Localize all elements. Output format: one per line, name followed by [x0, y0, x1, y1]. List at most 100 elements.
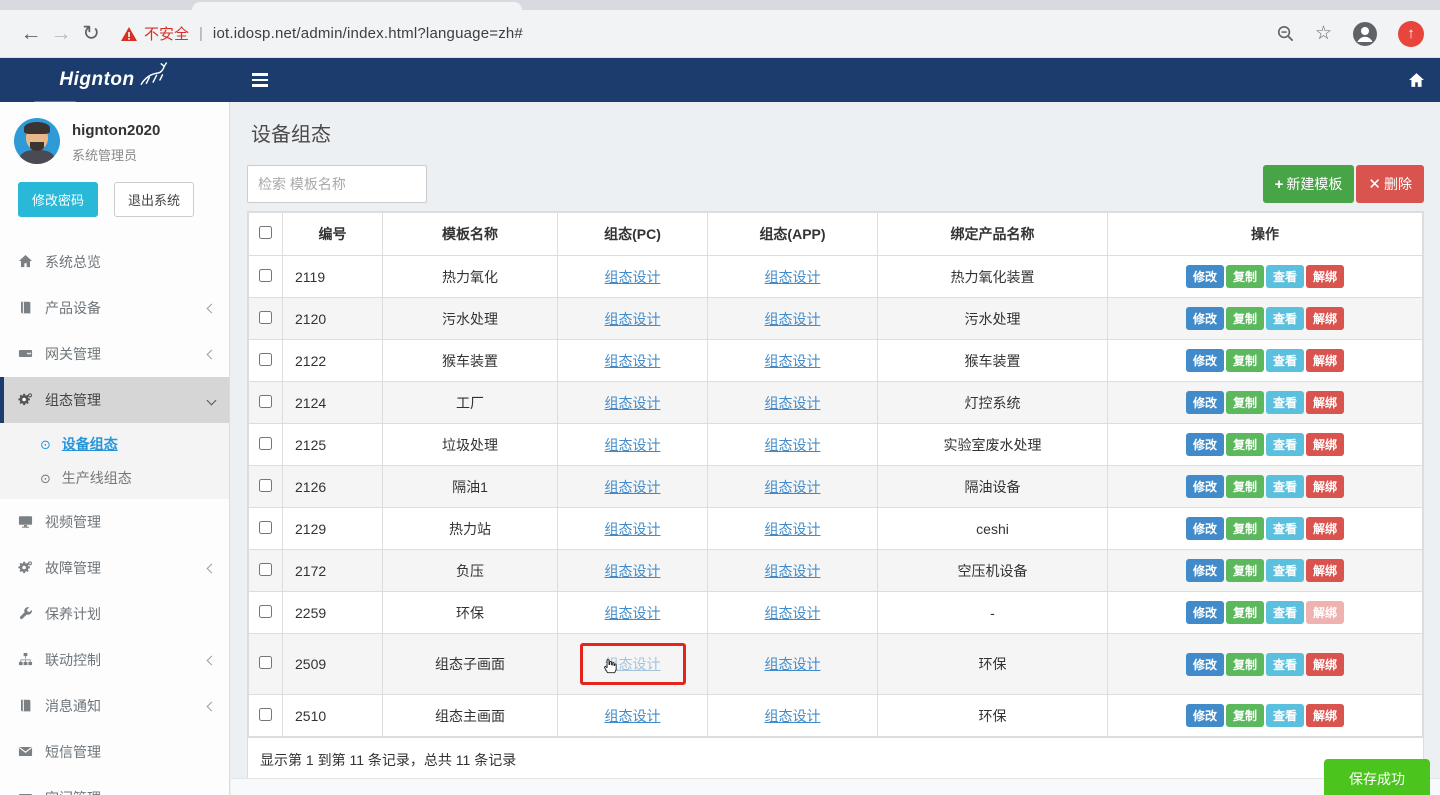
sidebar-item-message-notification[interactable]: 消息通知: [0, 683, 229, 729]
pc-config-link[interactable]: 组态设计: [605, 563, 661, 579]
app-config-link[interactable]: 组态设计: [765, 479, 821, 495]
sidebar-item-video-management[interactable]: 视频管理: [0, 499, 229, 545]
app-config-link[interactable]: 组态设计: [765, 311, 821, 327]
app-config-link[interactable]: 组态设计: [765, 395, 821, 411]
view-button[interactable]: 查看: [1266, 349, 1304, 372]
app-config-link[interactable]: 组态设计: [765, 269, 821, 285]
edit-button[interactable]: 修改: [1186, 653, 1224, 676]
pc-config-link[interactable]: 组态设计: [605, 353, 661, 369]
view-button[interactable]: 查看: [1266, 433, 1304, 456]
view-button[interactable]: 查看: [1266, 265, 1304, 288]
reload-icon[interactable]: ↻: [76, 21, 106, 46]
copy-button[interactable]: 复制: [1226, 517, 1264, 540]
row-checkbox[interactable]: [259, 605, 272, 618]
new-template-button[interactable]: +新建模板: [1263, 165, 1355, 203]
url-text[interactable]: iot.idosp.net/admin/index.html?language=…: [213, 25, 523, 42]
unbind-button[interactable]: 解绑: [1306, 307, 1344, 330]
view-button[interactable]: 查看: [1266, 475, 1304, 498]
unbind-button[interactable]: 解绑: [1306, 433, 1344, 456]
edit-button[interactable]: 修改: [1186, 307, 1224, 330]
select-all-checkbox[interactable]: [259, 226, 272, 239]
copy-button[interactable]: 复制: [1226, 653, 1264, 676]
sidebar-item-product-devices[interactable]: 产品设备: [0, 285, 229, 331]
row-checkbox[interactable]: [259, 353, 272, 366]
pc-config-link[interactable]: 组态设计: [605, 437, 661, 453]
sidebar-item-system-overview[interactable]: 系统总览: [0, 239, 229, 285]
edit-button[interactable]: 修改: [1186, 704, 1224, 727]
bookmark-star-icon[interactable]: ☆: [1315, 22, 1332, 45]
copy-button[interactable]: 复制: [1226, 704, 1264, 727]
sidebar-subitem-device-configuration[interactable]: ⊙ 设备组态: [0, 427, 229, 461]
row-checkbox[interactable]: [259, 437, 272, 450]
pc-config-link[interactable]: 组态设计: [605, 708, 661, 724]
unbind-button[interactable]: 解绑: [1306, 475, 1344, 498]
edit-button[interactable]: 修改: [1186, 601, 1224, 624]
browser-update-icon[interactable]: ↑: [1398, 21, 1424, 47]
unbind-button[interactable]: 解绑: [1306, 517, 1344, 540]
app-config-link[interactable]: 组态设计: [765, 605, 821, 621]
pc-config-link[interactable]: 组态设计: [605, 479, 661, 495]
menu-toggle-icon[interactable]: [246, 67, 274, 93]
row-checkbox[interactable]: [259, 269, 272, 282]
copy-button[interactable]: 复制: [1226, 307, 1264, 330]
row-checkbox[interactable]: [259, 395, 272, 408]
sidebar-subitem-production-line-configuration[interactable]: ⊙ 生产线组态: [0, 461, 229, 495]
pc-config-link[interactable]: 组态设计: [605, 521, 661, 537]
edit-button[interactable]: 修改: [1186, 475, 1224, 498]
copy-button[interactable]: 复制: [1226, 265, 1264, 288]
unbind-button[interactable]: 解绑: [1306, 349, 1344, 372]
app-config-link[interactable]: 组态设计: [765, 437, 821, 453]
app-config-link[interactable]: 组态设计: [765, 656, 821, 672]
sidebar-item-sms-management[interactable]: 短信管理: [0, 729, 229, 775]
back-icon[interactable]: ←: [16, 22, 46, 46]
change-password-button[interactable]: 修改密码: [18, 182, 98, 217]
row-checkbox[interactable]: [259, 311, 272, 324]
sidebar-item-maintenance-plan[interactable]: 保养计划: [0, 591, 229, 637]
view-button[interactable]: 查看: [1266, 517, 1304, 540]
copy-button[interactable]: 复制: [1226, 433, 1264, 456]
browser-tab[interactable]: [192, 2, 522, 10]
sidebar-item-linkage-control[interactable]: 联动控制: [0, 637, 229, 683]
home-icon[interactable]: [1408, 72, 1425, 89]
delete-button[interactable]: ✕删除: [1356, 165, 1424, 203]
unbind-button[interactable]: 解绑: [1306, 601, 1344, 624]
app-config-link[interactable]: 组态设计: [765, 353, 821, 369]
sidebar-item-gateway-management[interactable]: 网关管理: [0, 331, 229, 377]
view-button[interactable]: 查看: [1266, 653, 1304, 676]
profile-icon[interactable]: [1352, 21, 1378, 47]
unbind-button[interactable]: 解绑: [1306, 653, 1344, 676]
sidebar-item-fault-management[interactable]: 故障管理: [0, 545, 229, 591]
edit-button[interactable]: 修改: [1186, 391, 1224, 414]
copy-button[interactable]: 复制: [1226, 475, 1264, 498]
view-button[interactable]: 查看: [1266, 559, 1304, 582]
view-button[interactable]: 查看: [1266, 704, 1304, 727]
view-button[interactable]: 查看: [1266, 601, 1304, 624]
address-bar[interactable]: 不安全 | iot.idosp.net/admin/index.html?lan…: [120, 23, 1276, 44]
pc-config-link[interactable]: 组态设计: [605, 311, 661, 327]
forward-icon[interactable]: →: [46, 22, 76, 46]
security-warning-label[interactable]: 不安全: [144, 23, 189, 44]
row-checkbox[interactable]: [259, 708, 272, 721]
copy-button[interactable]: 复制: [1226, 349, 1264, 372]
copy-button[interactable]: 复制: [1226, 559, 1264, 582]
edit-button[interactable]: 修改: [1186, 265, 1224, 288]
app-config-link[interactable]: 组态设计: [765, 563, 821, 579]
view-button[interactable]: 查看: [1266, 391, 1304, 414]
edit-button[interactable]: 修改: [1186, 433, 1224, 456]
pc-config-link[interactable]: 组态设计: [605, 269, 661, 285]
view-button[interactable]: 查看: [1266, 307, 1304, 330]
row-checkbox[interactable]: [259, 479, 272, 492]
app-config-link[interactable]: 组态设计: [765, 521, 821, 537]
pc-config-link[interactable]: 组态设计: [605, 605, 661, 621]
copy-button[interactable]: 复制: [1226, 391, 1264, 414]
logout-button[interactable]: 退出系统: [114, 182, 194, 217]
pc-config-link[interactable]: 组态设计: [605, 395, 661, 411]
edit-button[interactable]: 修改: [1186, 349, 1224, 372]
row-checkbox[interactable]: [259, 521, 272, 534]
sidebar-item-configuration-management[interactable]: 组态管理: [0, 377, 229, 423]
search-input[interactable]: [247, 165, 427, 203]
row-checkbox[interactable]: [259, 563, 272, 576]
zoom-out-icon[interactable]: [1276, 24, 1295, 43]
unbind-button[interactable]: 解绑: [1306, 704, 1344, 727]
edit-button[interactable]: 修改: [1186, 559, 1224, 582]
